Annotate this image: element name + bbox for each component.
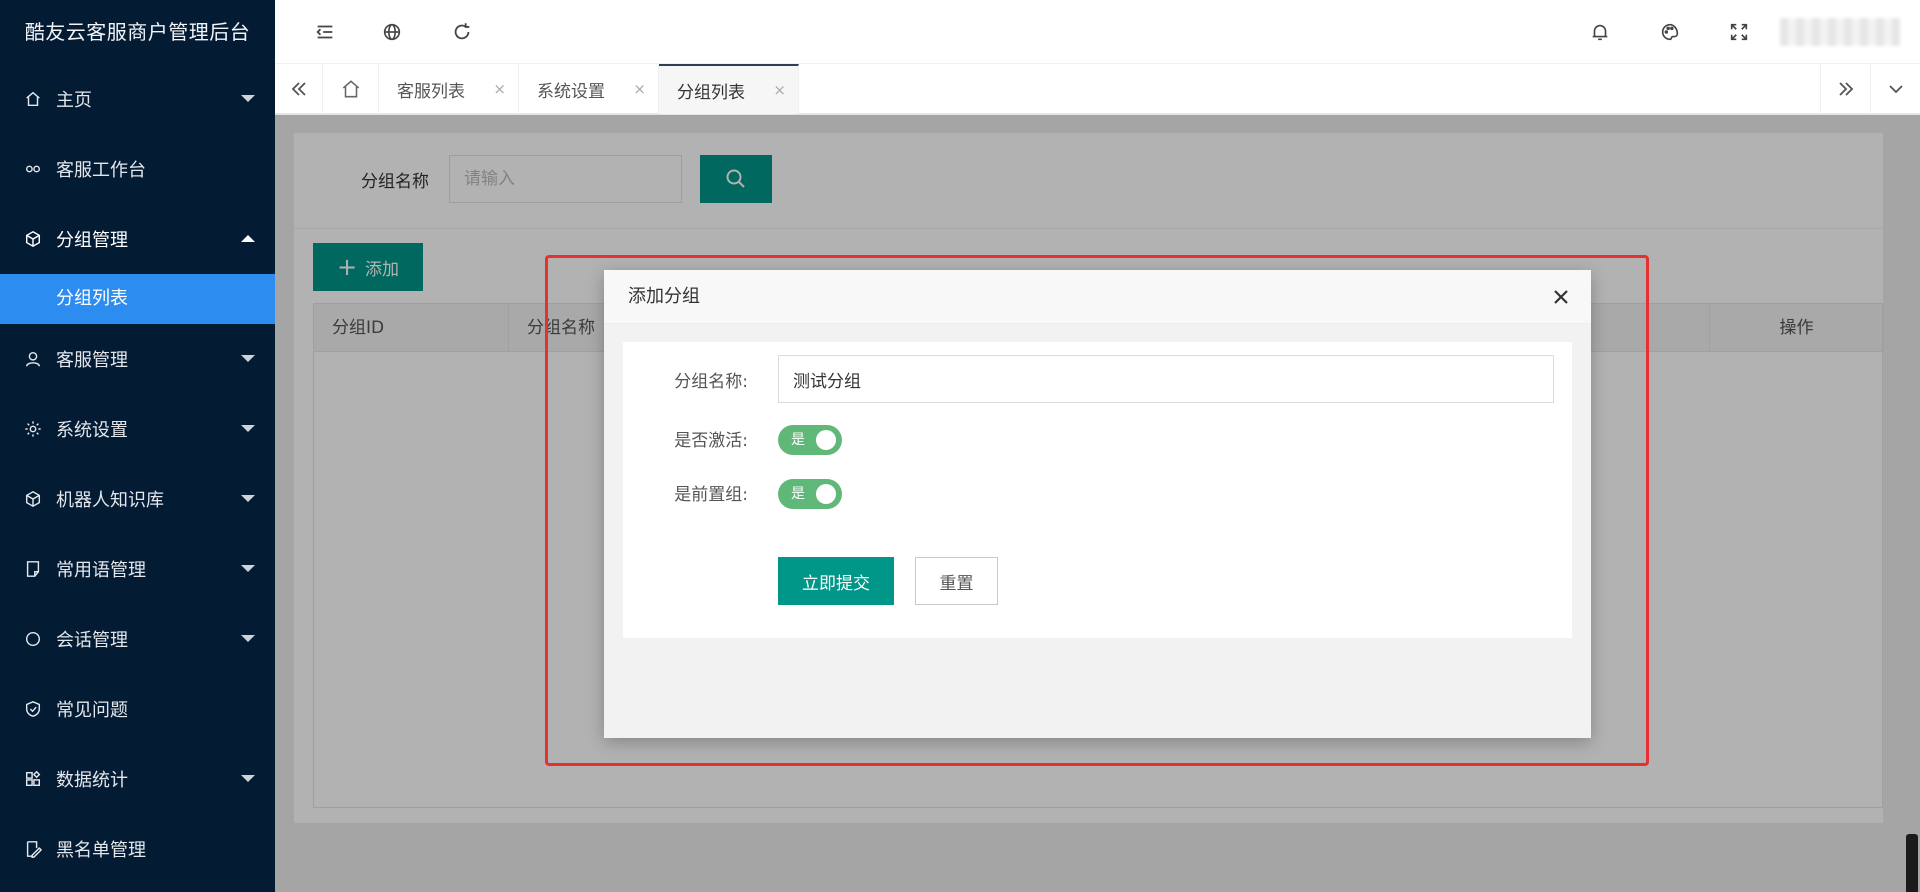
sidebar-item-robot-kb[interactable]: 机器人知识库 — [0, 464, 275, 534]
sidebar: 酷友云客服商户管理后台 主页 客服工作台 分组管理 分组列表 客服管理 系统设置 — [0, 0, 275, 892]
tab-menu-chevron-down-icon[interactable] — [1870, 64, 1920, 114]
corner-widget — [1906, 834, 1918, 892]
tab-system-settings[interactable]: 系统设置 × — [519, 64, 659, 114]
reset-button[interactable]: 重置 — [915, 557, 998, 605]
edit-icon — [24, 840, 42, 858]
front-group-label: 是前置组: — [674, 485, 748, 505]
cube-icon — [24, 490, 42, 508]
sidebar-item-label: 系统设置 — [56, 420, 128, 441]
tab-group-list[interactable]: 分组列表 × — [659, 64, 799, 114]
home-icon — [342, 80, 359, 98]
app-title: 酷友云客服商户管理后台 — [24, 20, 251, 44]
top-header — [275, 0, 1920, 64]
group-name-label: 分组名称: — [674, 372, 748, 392]
home-icon — [24, 90, 42, 108]
tab-scroll-right-icon[interactable] — [1820, 64, 1870, 114]
globe-icon[interactable] — [380, 20, 404, 44]
caret-down-icon — [241, 95, 255, 102]
caret-down-icon — [241, 565, 255, 572]
sidebar-item-label: 机器人知识库 — [56, 490, 164, 511]
menu-collapse-icon[interactable] — [313, 20, 337, 44]
infinity-icon — [24, 160, 42, 178]
dialog-title: 添加分组 — [628, 286, 700, 307]
cube-icon — [24, 230, 42, 248]
sidebar-item-label: 分组管理 — [56, 230, 128, 251]
note-icon — [24, 560, 42, 578]
sidebar-item-label: 会话管理 — [56, 630, 128, 651]
shield-icon — [24, 700, 42, 718]
sidebar-item-label: 数据统计 — [56, 770, 128, 791]
sidebar-item-blacklist[interactable]: 黑名单管理 — [0, 814, 275, 884]
sidebar-item-faq[interactable]: 常见问题 — [0, 674, 275, 744]
submit-button[interactable]: 立即提交 — [778, 557, 894, 605]
sidebar-item-home[interactable]: 主页 — [0, 64, 275, 134]
sidebar-item-workbench[interactable]: 客服工作台 — [0, 134, 275, 204]
caret-down-icon — [241, 495, 255, 502]
caret-down-icon — [241, 635, 255, 642]
add-group-dialog: 添加分组 分组名称: 是否激活: 是 是前置组: 是 立即提交 重置 — [604, 270, 1591, 738]
tab-scroll-left-icon[interactable] — [275, 64, 323, 114]
tab-agent-list[interactable]: 客服列表 × — [379, 64, 519, 114]
refresh-icon[interactable] — [450, 20, 474, 44]
sidebar-item-label: 客服管理 — [56, 350, 128, 371]
close-icon[interactable] — [1551, 287, 1571, 307]
sidebar-item-phrases[interactable]: 常用语管理 — [0, 534, 275, 604]
dialog-form: 分组名称: 是否激活: 是 是前置组: 是 立即提交 重置 — [623, 342, 1572, 638]
tab-label: 客服列表 — [397, 81, 465, 102]
grid-icon — [24, 770, 42, 788]
sidebar-item-sessions[interactable]: 会话管理 — [0, 604, 275, 674]
toggle-knob — [816, 430, 836, 450]
bell-icon[interactable] — [1588, 20, 1612, 44]
front-group-toggle[interactable]: 是 — [778, 479, 842, 509]
toggle-text: 是 — [791, 432, 805, 448]
group-name-input[interactable] — [778, 355, 1554, 403]
dialog-header: 添加分组 — [604, 270, 1591, 324]
close-icon[interactable]: × — [633, 81, 646, 97]
tab-label: 系统设置 — [537, 81, 605, 102]
caret-down-icon — [241, 425, 255, 432]
active-toggle[interactable]: 是 — [778, 425, 842, 455]
sidebar-item-statistics[interactable]: 数据统计 — [0, 744, 275, 814]
close-icon[interactable]: × — [493, 81, 506, 97]
toggle-text: 是 — [791, 486, 805, 502]
user-avatar-blurred[interactable] — [1780, 18, 1900, 46]
tab-bar: 客服列表 × 系统设置 × 分组列表 × — [275, 64, 1920, 114]
sidebar-item-label: 客服工作台 — [56, 160, 146, 181]
sidebar-item-label: 主页 — [56, 90, 92, 111]
palette-icon[interactable] — [1658, 20, 1682, 44]
sidebar-item-group-management[interactable]: 分组管理 — [0, 204, 275, 274]
sidebar-subitem-group-list[interactable]: 分组列表 — [0, 274, 275, 324]
user-icon — [24, 350, 42, 368]
close-icon[interactable]: × — [773, 82, 786, 98]
sidebar-item-label: 常用语管理 — [56, 560, 146, 581]
caret-up-icon — [241, 235, 255, 242]
gear-icon — [24, 420, 42, 438]
toggle-knob — [816, 484, 836, 504]
chat-icon — [24, 630, 42, 648]
sidebar-item-system-settings[interactable]: 系统设置 — [0, 394, 275, 464]
caret-down-icon — [241, 775, 255, 782]
tab-home[interactable] — [323, 64, 379, 114]
caret-down-icon — [241, 355, 255, 362]
sidebar-item-label: 常见问题 — [56, 700, 128, 721]
sidebar-item-agent-management[interactable]: 客服管理 — [0, 324, 275, 394]
sidebar-item-label: 黑名单管理 — [56, 840, 146, 861]
active-label: 是否激活: — [674, 431, 748, 451]
fullscreen-icon[interactable] — [1727, 20, 1751, 44]
tab-label: 分组列表 — [677, 82, 745, 103]
